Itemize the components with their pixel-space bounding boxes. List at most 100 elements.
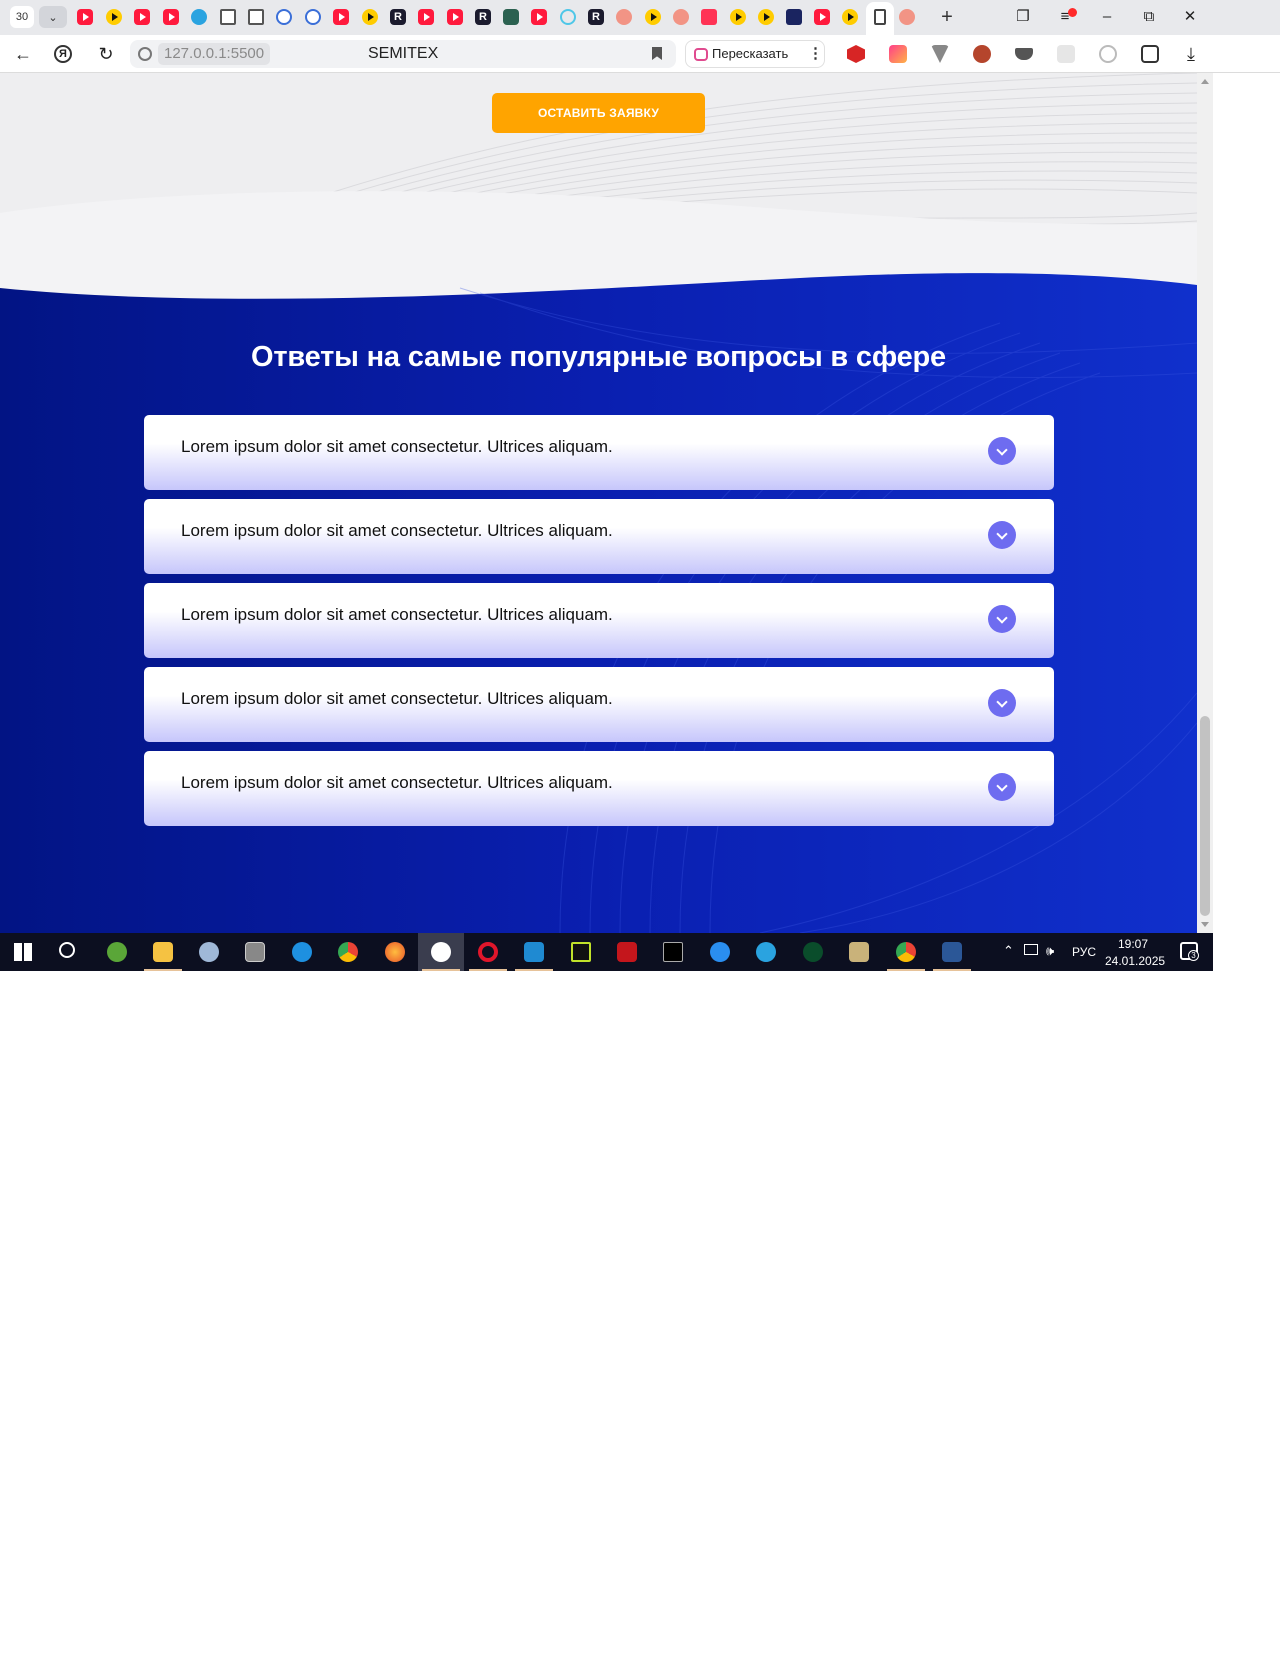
tab-youtube-icon[interactable] [77,9,93,25]
scrollbar-thumb[interactable] [1200,716,1210,916]
language-indicator[interactable]: РУС [1072,945,1096,959]
chevron-down-icon[interactable] [988,605,1016,633]
tab-yandex-icon[interactable] [673,9,689,25]
page-scrollbar[interactable] [1197,73,1213,933]
tab-r-icon[interactable]: R [475,9,491,25]
new-tab-button[interactable]: + [937,7,957,27]
tab-r-icon[interactable]: R [390,9,406,25]
tab-youtube-icon[interactable] [163,9,179,25]
extension-box-icon[interactable] [1057,45,1075,63]
tab-youtube-icon[interactable] [814,9,830,25]
taskbar-firefox[interactable] [372,933,418,971]
taskbar-vscode[interactable] [511,933,557,971]
tray-expand-icon[interactable]: ⌃ [1003,943,1014,959]
tab-count-button[interactable]: 30 [10,6,34,28]
collections-icon[interactable]: ❐ [1012,7,1034,27]
site-info-icon[interactable] [138,47,152,61]
taskbar-opera[interactable] [465,933,511,971]
taskbar-ie[interactable] [279,933,325,971]
scroll-up-arrow-icon[interactable] [1201,79,1209,84]
taskbar-utorrent[interactable] [94,933,140,971]
taskbar-chrome[interactable] [883,933,929,971]
tab-yandex-icon[interactable] [899,9,915,25]
volume-icon[interactable]: 🕪 [1046,943,1054,959]
tab-youtube-icon[interactable] [134,9,150,25]
chevron-down-icon[interactable] [988,689,1016,717]
bookmark-icon[interactable] [652,47,662,60]
chevron-down-icon[interactable] [988,521,1016,549]
taskbar-app[interactable] [790,933,836,971]
clock-date[interactable]: 24.01.2025 [1105,954,1165,968]
scroll-down-arrow-icon[interactable] [1201,922,1209,927]
faq-item[interactable]: Lorem ipsum dolor sit amet consectetur. … [144,667,1054,742]
reload-button[interactable]: ↻ [95,43,117,65]
extensions-puzzle-icon[interactable] [1141,45,1159,63]
action-center-icon[interactable]: 3 [1180,942,1199,961]
tab-youtube-icon[interactable] [418,9,434,25]
tab-youtube-icon[interactable] [447,9,463,25]
taskbar-yandex-browser[interactable] [418,933,464,971]
taskbar-telegram[interactable] [743,933,789,971]
chrome-icon [896,942,916,962]
retell-icon [694,48,708,61]
retell-button[interactable]: Пересказать ⋮ [685,40,825,68]
close-window-button[interactable]: ✕ [1179,7,1201,27]
tab-video-icon[interactable] [645,9,661,25]
chevron-down-icon[interactable] [988,437,1016,465]
taskbar-app[interactable] [697,933,743,971]
tab-yandex-icon[interactable] [616,9,632,25]
chevron-down-icon[interactable] [988,773,1016,801]
network-icon[interactable] [1024,944,1038,955]
tab-youtube-icon[interactable] [531,9,547,25]
vscode-icon [524,942,544,962]
submit-request-button[interactable]: ОСТАВИТЬ ЗАЯВКУ [492,93,705,133]
extension-avatar-icon[interactable] [973,45,991,63]
taskbar-filezilla[interactable] [604,933,650,971]
tabs-dropdown-button[interactable]: ⌄ [39,6,67,28]
tab-film-icon[interactable] [276,9,292,25]
taskbar-chrome[interactable] [325,933,371,971]
taskbar-terminal[interactable] [650,933,696,971]
tab-r-icon[interactable]: R [588,9,604,25]
taskbar-app[interactable] [836,933,882,971]
restore-button[interactable]: ⧉ [1138,7,1160,27]
taskbar-pycharm[interactable] [558,933,604,971]
faq-item[interactable]: Lorem ipsum dolor sit amet consectetur. … [144,751,1054,826]
tab-video-icon[interactable] [730,9,746,25]
taskbar-paint[interactable] [186,933,232,971]
tab-telegram-icon[interactable] [191,9,207,25]
extension-gradient-icon[interactable] [889,45,907,63]
tab-react-icon[interactable] [560,9,576,25]
more-options-icon[interactable]: ⋮ [808,44,823,62]
tab-book-icon[interactable] [248,9,264,25]
faq-question: Lorem ipsum dolor sit amet consectetur. … [181,689,613,708]
yandex-home-icon[interactable]: Я [54,45,72,63]
downloads-icon[interactable]: ⤓ [1182,45,1200,63]
faq-item[interactable]: Lorem ipsum dolor sit amet consectetur. … [144,415,1054,490]
tab-video-icon[interactable] [362,9,378,25]
tab-video-icon[interactable] [842,9,858,25]
active-tab[interactable] [866,2,894,35]
minimize-button[interactable]: – [1096,7,1118,27]
taskbar-word[interactable] [929,933,975,971]
taskbar-app[interactable] [232,933,278,971]
tab-app-icon[interactable] [786,9,802,25]
back-button[interactable]: ← [12,43,34,65]
taskbar-explorer[interactable] [140,933,186,971]
extension-clock-icon[interactable] [1099,45,1117,63]
browser-toolbar: ← Я ↻ 127.0.0.1:5500 SEMITEX Пересказать… [0,35,1280,73]
clock-time[interactable]: 19:07 [1118,937,1148,951]
url-text[interactable]: 127.0.0.1:5500 [158,43,271,65]
tab-video-icon[interactable] [758,9,774,25]
tab-youtube-icon[interactable] [333,9,349,25]
start-button[interactable] [0,933,46,971]
faq-item[interactable]: Lorem ipsum dolor sit amet consectetur. … [144,499,1054,574]
tab-book-icon[interactable] [220,9,236,25]
faq-item[interactable]: Lorem ipsum dolor sit amet consectetur. … [144,583,1054,658]
address-bar[interactable]: 127.0.0.1:5500 SEMITEX [130,40,676,68]
tab-film-icon[interactable] [305,9,321,25]
tab-terminal-icon[interactable] [503,9,519,25]
tab-youtube-icon[interactable] [701,9,717,25]
tab-video-icon[interactable] [106,9,122,25]
search-button[interactable] [46,933,92,971]
